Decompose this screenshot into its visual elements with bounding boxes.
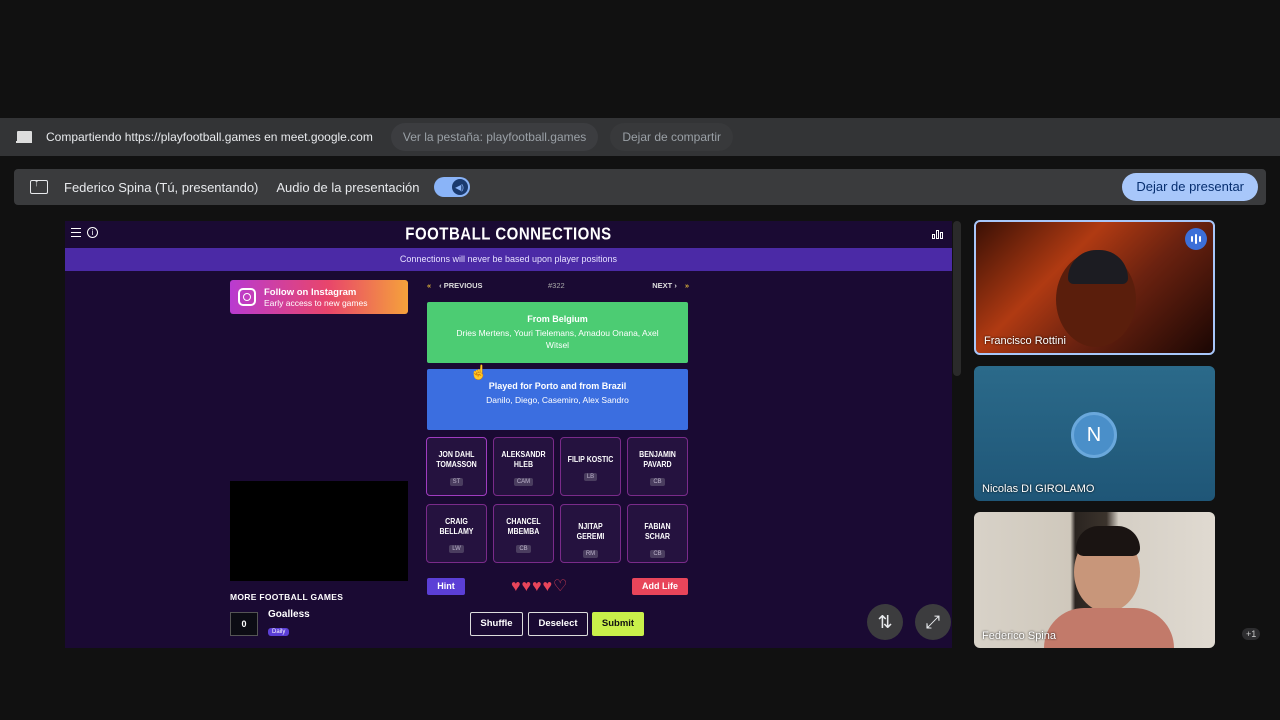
player-name: ALEKSANDR HLEB [501,450,546,469]
puzzle-navigation: «‹ PREVIOUS #322 NEXT › » [427,279,689,293]
chevron-right-icon: › [672,281,677,290]
heart-icon: ♥ [521,578,532,595]
avatar: N [1071,412,1117,458]
double-chevron-left-icon: « [427,281,432,290]
player-tile[interactable]: BENJAMIN PAVARD CB [627,437,688,496]
present-to-all-icon [30,178,48,194]
participant-tile[interactable]: N Nicolas DI GIROLAMO [974,366,1215,501]
player-name: CHANCEL MBEMBA [506,517,541,536]
player-tile[interactable]: NJITAP GEREMI RM [560,504,621,563]
game-title: FOOTBALL CONNECTIONS [405,224,612,245]
participant-tile[interactable]: Federico Spina [974,512,1215,648]
laptop-icon [16,131,32,143]
speaking-indicator-icon [1185,228,1207,250]
presenting-bar: Federico Spina (Tú, presentando) Audio d… [14,169,1266,205]
submit-button[interactable]: Submit [592,612,644,636]
presentation-audio-label: Audio de la presentación [276,179,420,195]
heart-icon: ♥ [532,578,543,595]
participant-name: Federico Spina [982,630,1056,642]
ad-placeholder [230,481,408,581]
shared-screen: i FOOTBALL CONNECTIONS Connections will … [65,221,952,648]
rules-notice: Connections will never be based upon pla… [65,248,952,271]
instagram-icon [238,288,256,306]
more-games-title: MORE FOOTBALL GAMES [230,592,344,602]
deselect-button[interactable]: Deselect [528,612,588,636]
lives-hearts: ♥♥♥♥♡ [511,576,568,596]
goalless-icon: 0 [230,611,258,636]
group-title: From Belgium [527,314,588,324]
swap-vertical-icon[interactable]: ⇅ [867,604,903,640]
hint-button[interactable]: Hint [427,578,465,595]
more-game-item[interactable]: 0 Goalless Daily [230,609,310,638]
player-tile[interactable]: CRAIG BELLAMY LW [426,504,487,563]
instagram-subtitle: Early access to new games [264,297,368,308]
participant-name: Nicolas DI GIROLAMO [982,483,1095,495]
participant-tile[interactable]: Francisco Rottini [974,220,1215,355]
player-tile[interactable]: ALEKSANDR HLEB CAM [493,437,554,496]
participant-name: Francisco Rottini [984,335,1066,347]
previous-label: PREVIOUS [443,281,483,290]
shirt [1044,608,1174,648]
player-tile[interactable]: CHANCEL MBEMBA CB [493,504,554,563]
tab-share-bar: Compartiendo https://playfootball.games … [0,118,1280,156]
heart-icon: ♥ [511,578,522,595]
stop-presenting-button[interactable]: Dejar de presentar [1122,173,1258,201]
info-icon[interactable]: i [87,227,98,238]
player-position: CB [650,550,665,558]
next-button[interactable]: NEXT › » [652,281,689,290]
instagram-title: Follow on Instagram [264,286,357,298]
player-tile[interactable]: FABIAN SCHAR CB [627,504,688,563]
heart-outline-icon: ♡ [553,578,569,595]
stats-icon[interactable] [932,228,944,239]
presentation-audio-toggle[interactable]: ◀) [433,177,470,197]
group-members: Danilo, Diego, Casemiro, Alex Sandro [486,395,629,405]
double-chevron-right-icon: » [684,281,689,290]
stop-sharing-button[interactable]: Dejar de compartir [610,123,734,151]
cap [1068,250,1128,284]
shuffle-button[interactable]: Shuffle [470,612,523,636]
player-position: CAM [513,478,534,486]
player-position: CB [516,545,531,553]
next-label: NEXT [652,281,673,290]
solved-group-1: From Belgium Dries Mertens, Youri Tielem… [427,302,688,363]
player-name: BENJAMIN PAVARD [639,450,676,469]
player-position: LW [449,545,464,553]
scrollbar[interactable] [953,221,961,376]
player-position: RM [582,550,599,558]
menu-icon[interactable] [71,228,81,237]
group-members: Dries Mertens, Youri Tielemans, Amadou O… [456,328,659,350]
add-life-button[interactable]: Add Life [632,578,688,595]
presenter-name: Federico Spina (Tú, presentando) [64,179,259,195]
overflow-count-badge[interactable]: +1 [1242,628,1261,640]
previous-button[interactable]: «‹ PREVIOUS [427,281,483,290]
heart-icon: ♥ [542,578,553,595]
player-name: JON DAHL TOMASSON [436,450,477,469]
player-name: FABIAN SCHAR [644,522,671,541]
fullscreen-icon[interactable]: ⤢ [915,604,951,640]
more-game-name: Goalless [268,609,310,620]
hand-cursor-icon: ☝ [470,364,488,380]
speaker-icon: ◀) [451,179,468,195]
view-tab-button[interactable]: Ver la pestaña: playfootball.games [390,123,599,151]
player-position: CB [650,478,665,486]
puzzle-number: #322 [548,281,565,290]
player-name: CRAIG BELLAMY [439,517,474,536]
player-name: NJITAP GEREMI [576,522,605,541]
game-header: i FOOTBALL CONNECTIONS [65,221,952,248]
daily-badge: Daily [268,628,290,636]
instagram-banner[interactable]: Follow on Instagram Early access to new … [230,280,408,314]
player-name: FILIP KOSTIC [567,455,614,464]
player-tile[interactable]: JON DAHL TOMASSON ST [426,437,487,496]
player-position: LB [583,473,598,481]
player-position: ST [449,478,464,486]
solved-group-2: Played for Porto and from Brazil Danilo,… [427,369,688,430]
hair [1076,526,1140,556]
sharing-status-text: Compartiendo https://playfootball.games … [46,130,373,144]
player-tile[interactable]: FILIP KOSTIC LB [560,437,621,496]
group-title: Played for Porto and from Brazil [488,381,627,391]
